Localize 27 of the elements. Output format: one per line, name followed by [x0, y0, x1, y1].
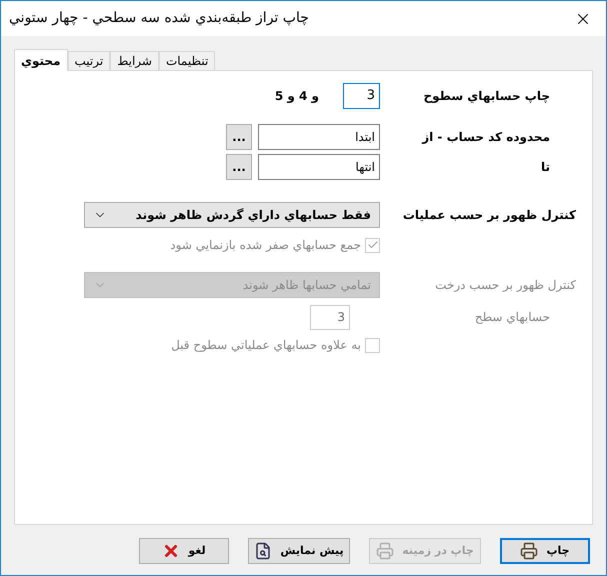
tab[interactable]: محتوي — [14, 49, 68, 71]
browse-button[interactable]: ... — [226, 154, 252, 180]
dropdown[interactable]: فقط حسابهاي داراي گردش ظاهر شوند — [84, 202, 380, 228]
field-label: کنترل ظهور بر حسب درخت — [434, 277, 576, 294]
range-to-field[interactable]: انتها — [258, 154, 380, 180]
range-from-field[interactable]: ابتدا — [258, 124, 380, 150]
checkbox-label: جمع حسابهاي صفر شده بازنمايي شود — [170, 237, 361, 254]
dialog-button[interactable]: لغو — [139, 538, 229, 564]
window-title: چاپ تراز طبقه‌بندي شده سه سطحي - چهار ستوني — [9, 9, 309, 28]
browse-button[interactable]: ... — [226, 124, 252, 150]
check-icon — [366, 239, 378, 251]
printer-icon — [520, 542, 538, 560]
field-label: تا — [540, 159, 550, 176]
levels-suffix: و 4 و 5 — [274, 88, 319, 105]
checkbox-label: به علاوه حسابهاي عملياتي سطوح قبل — [171, 337, 361, 354]
tab[interactable]: ترتيب — [68, 51, 110, 70]
printer-icon — [376, 542, 394, 560]
field-label: چاپ حسابهاي سطوح — [422, 88, 550, 105]
field-label: حسابهاي سطح — [474, 309, 550, 326]
levels-input[interactable]: 3 — [343, 83, 380, 109]
field-label: محدوده کد حساب - از — [420, 129, 550, 146]
dialog-button[interactable]: پيش نمايش — [248, 538, 350, 564]
tab[interactable]: تنظيمات — [158, 51, 216, 70]
field-label: کنترل ظهور بر حسب عمليات — [402, 207, 576, 224]
document-search-icon — [254, 542, 272, 560]
dialog-button[interactable]: چاپ — [500, 538, 590, 564]
tab[interactable]: شرايط — [110, 51, 159, 70]
